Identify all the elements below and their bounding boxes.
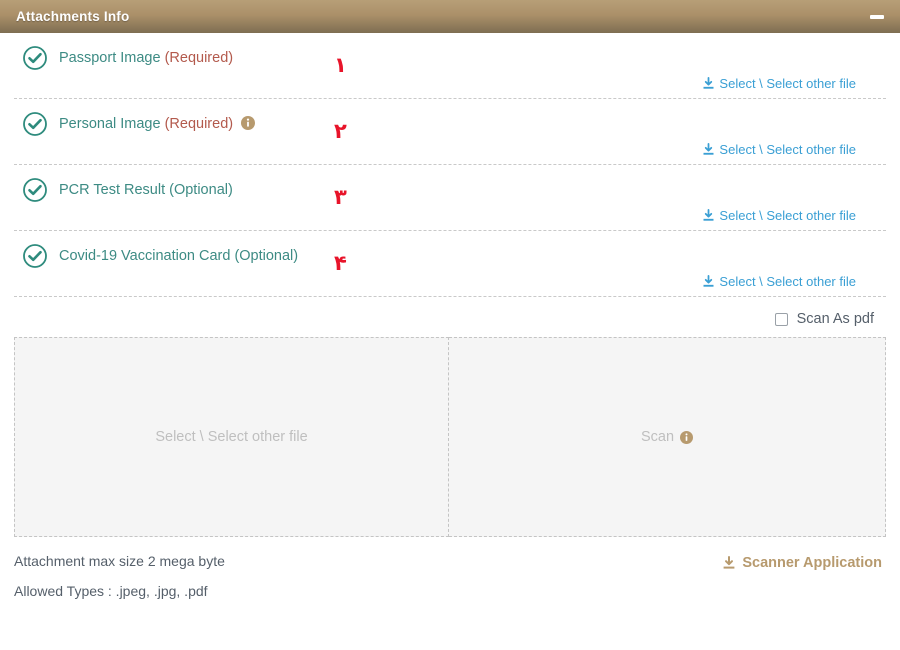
select-file-label: Select \ Select other file — [719, 208, 856, 223]
attachment-name: Personal Image — [59, 116, 161, 132]
circle-check-icon — [22, 111, 48, 137]
download-icon — [702, 209, 715, 222]
table-row: Personal Image (Required) ۲ Select \ Sel… — [14, 99, 886, 165]
row-number: ۱ — [334, 53, 347, 77]
circle-check-icon — [22, 177, 48, 203]
select-file-link[interactable]: Select \ Select other file — [702, 208, 856, 223]
row-label-group: PCR Test Result (Optional) — [22, 177, 233, 203]
attachment-label: Personal Image (Required) — [59, 116, 256, 132]
footer: Attachment max size 2 mega byte Allowed … — [0, 537, 900, 599]
info-icon[interactable] — [680, 430, 694, 444]
scanner-application-link[interactable]: Scanner Application — [722, 555, 882, 571]
attachment-requirement: (Optional) — [169, 182, 233, 198]
attachment-label: Covid-19 Vaccination Card (Optional) — [59, 248, 298, 264]
select-file-dropzone[interactable]: Select \ Select other file — [14, 337, 449, 537]
select-file-link[interactable]: Select \ Select other file — [702, 142, 856, 157]
select-file-link[interactable]: Select \ Select other file — [702, 274, 856, 289]
attachment-name: PCR Test Result — [59, 182, 166, 198]
select-file-dropzone-label: Select \ Select other file — [155, 429, 308, 445]
row-number: ۳ — [334, 185, 347, 209]
download-icon — [702, 77, 715, 90]
select-file-label: Select \ Select other file — [719, 274, 856, 289]
attachment-requirement: (Required) — [164, 50, 234, 66]
attachment-label: PCR Test Result (Optional) — [59, 182, 233, 198]
row-number: ۲ — [334, 119, 347, 143]
dropzone-group: Select \ Select other file Scan — [14, 337, 886, 537]
minimize-icon[interactable] — [870, 14, 884, 19]
scan-as-pdf-row: Scan As pdf — [0, 297, 900, 337]
scan-as-pdf-checkbox[interactable] — [774, 312, 788, 326]
scan-as-pdf-label: Scan As pdf — [796, 311, 874, 327]
row-label-group: Personal Image (Required) — [22, 111, 256, 137]
row-number: ۴ — [334, 251, 347, 275]
circle-check-icon — [22, 45, 48, 71]
row-label-group: Covid-19 Vaccination Card (Optional) — [22, 243, 298, 269]
table-row: Covid-19 Vaccination Card (Optional) ۴ S… — [14, 231, 886, 297]
table-row: Passport Image (Required) ۱ Select \ Sel… — [14, 33, 886, 99]
select-file-label: Select \ Select other file — [719, 76, 856, 91]
attachments-info-panel: Attachments Info Passport Image (Require… — [0, 0, 900, 650]
circle-check-icon — [22, 243, 48, 269]
scan-dropzone-label: Scan — [640, 429, 694, 445]
attachment-label: Passport Image (Required) — [59, 50, 233, 66]
download-icon — [702, 275, 715, 288]
page-title: Attachments Info — [16, 9, 130, 24]
row-label-group: Passport Image (Required) — [22, 45, 233, 71]
table-row: PCR Test Result (Optional) ۳ Select \ Se… — [14, 165, 886, 231]
attachment-name: Passport Image — [59, 50, 161, 66]
scan-dropzone[interactable]: Scan — [449, 337, 886, 537]
scanner-application-label: Scanner Application — [742, 555, 882, 571]
download-icon — [722, 556, 736, 570]
attachment-requirement: (Required) — [164, 116, 234, 132]
panel-header: Attachments Info — [0, 0, 900, 33]
attachment-requirement: (Optional) — [234, 248, 299, 264]
select-file-link[interactable]: Select \ Select other file — [702, 76, 856, 91]
select-file-label: Select \ Select other file — [719, 142, 856, 157]
attachment-name: Covid-19 Vaccination Card — [59, 248, 231, 264]
download-icon — [702, 143, 715, 156]
scan-label: Scan — [640, 429, 675, 445]
allowed-types-note: Allowed Types : .jpeg, .jpg, .pdf — [14, 583, 208, 599]
attachment-rows: Passport Image (Required) ۱ Select \ Sel… — [0, 33, 900, 297]
info-icon[interactable] — [241, 116, 256, 130]
